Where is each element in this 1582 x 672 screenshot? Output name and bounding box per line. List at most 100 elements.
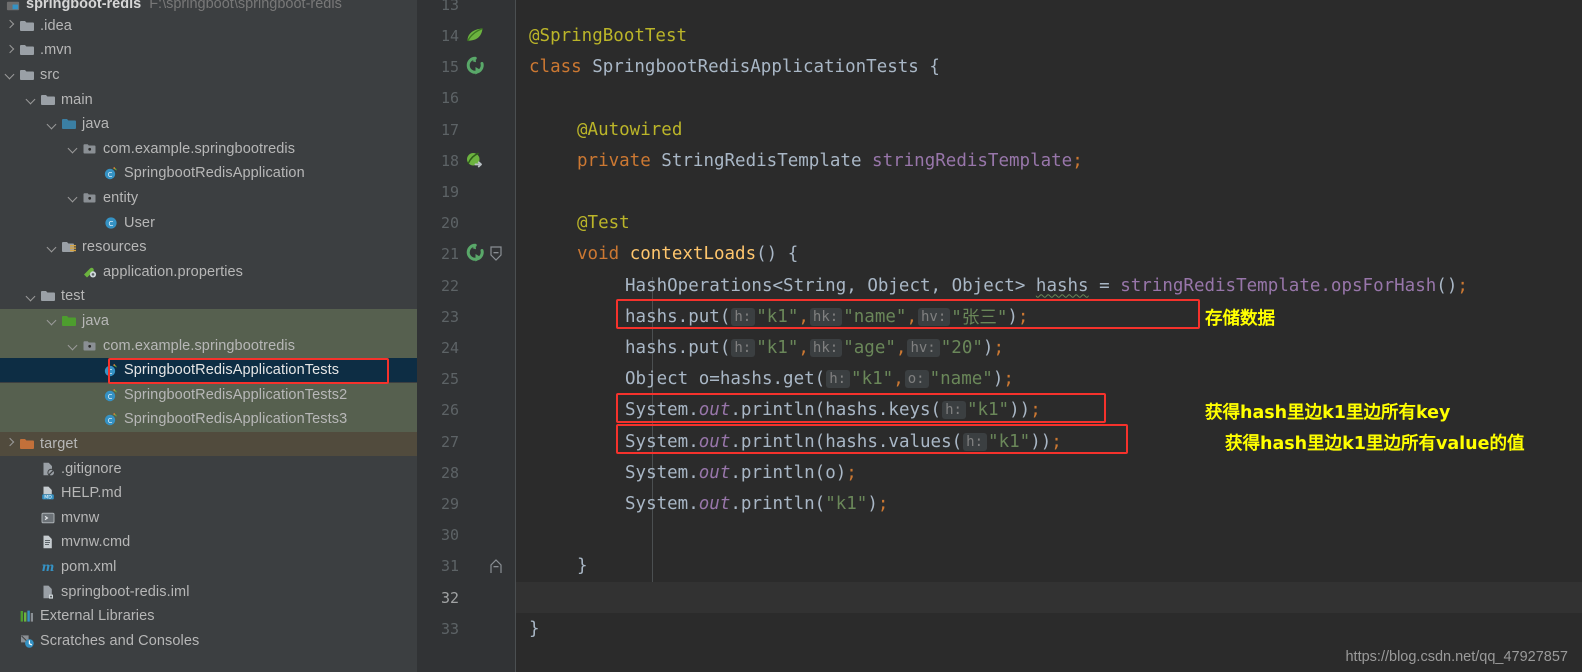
chevron-down-icon[interactable] bbox=[67, 339, 80, 352]
code-line-31[interactable]: } bbox=[515, 551, 588, 582]
tree-row-springbootredisapplicationtests2[interactable]: C SpringbootRedisApplicationTests2 bbox=[0, 382, 417, 408]
tree-row-pom-xml[interactable]: m pom.xml bbox=[0, 555, 417, 580]
tree-row-com-example-springbootredis[interactable]: com.example.springbootredis bbox=[0, 333, 417, 358]
tree-row-springboot-redis-iml[interactable]: springboot-redis.iml bbox=[0, 579, 417, 604]
chevron-right-icon[interactable] bbox=[4, 437, 17, 450]
chevron-down-icon[interactable] bbox=[46, 314, 59, 327]
code-line-24[interactable]: hashs.put(h: "k1", hk: "age", hv: "20"); bbox=[515, 333, 1004, 364]
spring-leaf-icon[interactable] bbox=[465, 25, 487, 47]
tree-item-label: mvnw bbox=[61, 509, 100, 526]
code-line-26[interactable]: System. out .println(hashs.keys(h: "k1")); bbox=[515, 395, 1041, 426]
code-line-23[interactable]: hashs.put(h: "k1", hk: "name", hv: "张三"); bbox=[515, 301, 1028, 332]
token-key-k1: "k1" bbox=[756, 306, 799, 327]
tree-row-user[interactable]: C User bbox=[0, 210, 417, 235]
annotation-store-data: 存储数据 bbox=[1205, 309, 1275, 329]
gutter-line-14[interactable]: 14 bbox=[417, 21, 515, 52]
code-line-15[interactable]: class SpringbootRedisApplicationTests { bbox=[515, 52, 940, 83]
fold-collapse-icon[interactable] bbox=[489, 246, 503, 262]
code-line-25[interactable]: Object o=hashs.get(h: "k1", o: "name"); bbox=[515, 364, 1014, 395]
tree-row-scratches-and-consoles[interactable]: Scratches and Consoles bbox=[0, 629, 417, 654]
code-line-14[interactable]: @SpringBootTest bbox=[515, 21, 687, 52]
editor-gutter[interactable]: 13 14 15 16 17 18 19 20 21 22 23 24 25 26 27 28 29 30 31 32… bbox=[417, 0, 515, 672]
code-editor[interactable]: 13 14 15 16 17 18 19 20 21 22 23 24 25 26 27 28 29 30 31 32… bbox=[417, 0, 1582, 672]
tree-row-project-root[interactable]: springboot-redis F:\springboot\springboo… bbox=[0, 0, 417, 14]
chevron-down-icon[interactable] bbox=[46, 241, 59, 254]
gutter-line-21[interactable]: 21 bbox=[417, 239, 515, 270]
tree-row-mvn[interactable]: .mvn bbox=[0, 38, 417, 63]
gutter-line-29[interactable]: 29 bbox=[417, 489, 515, 520]
chevron-down-icon[interactable] bbox=[4, 68, 17, 81]
code-line-29[interactable]: System. out .println("k1"); bbox=[515, 489, 888, 520]
gutter-line-32[interactable]: 32 bbox=[417, 582, 515, 613]
code-line-17[interactable]: @Autowired bbox=[515, 114, 682, 145]
folder-icon bbox=[40, 288, 56, 304]
fold-end-icon[interactable] bbox=[489, 558, 503, 574]
gutter-line-20[interactable]: 20 bbox=[417, 208, 515, 239]
tree-row-application-properties[interactable]: application.properties bbox=[0, 260, 417, 285]
token-hashs-put-2: hashs.put( bbox=[625, 338, 731, 359]
project-tool-window[interactable]: springboot-redis F:\springboot\springboo… bbox=[0, 0, 417, 672]
gutter-line-17[interactable]: 17 bbox=[417, 114, 515, 145]
chevron-down-icon[interactable] bbox=[25, 93, 38, 106]
gutter-line-13[interactable]: 13 bbox=[417, 0, 515, 21]
code-line-18[interactable]: private StringRedisTemplate stringRedisT… bbox=[515, 145, 1083, 176]
tree-row-com-example-springbootredis[interactable]: com.example.springbootredis bbox=[0, 137, 417, 162]
gutter-line-30[interactable]: 30 bbox=[417, 520, 515, 551]
gutter-line-15[interactable]: 15 bbox=[417, 52, 515, 83]
gutter-line-22[interactable]: 22 bbox=[417, 270, 515, 301]
line-number: 32 bbox=[440, 588, 459, 607]
tree-row-resources[interactable]: resources bbox=[0, 235, 417, 260]
code-line-27[interactable]: System. out .println(hashs.values(h: "k1"))… bbox=[515, 426, 1062, 457]
gutter-line-19[interactable]: 19 bbox=[417, 177, 515, 208]
tree-row-idea[interactable]: .idea bbox=[0, 14, 417, 39]
tree-row-external-libraries[interactable]: External Libraries bbox=[0, 604, 417, 629]
tree-row-springbootredisapplication[interactable]: C SpringbootRedisApplication bbox=[0, 161, 417, 186]
run-test-icon[interactable] bbox=[465, 243, 487, 265]
code-line-32[interactable] bbox=[515, 582, 1582, 614]
tree-row-springbootredisapplicationtests[interactable]: C SpringbootRedisApplicationTests bbox=[0, 357, 417, 383]
gutter-line-28[interactable]: 28 bbox=[417, 457, 515, 488]
chevron-right-icon[interactable] bbox=[4, 19, 17, 32]
gutter-line-18[interactable]: 18 bbox=[417, 145, 515, 176]
code-line-20[interactable]: @Test bbox=[515, 208, 630, 239]
code-line-33[interactable]: } bbox=[515, 613, 540, 644]
gutter-line-24[interactable]: 24 bbox=[417, 333, 515, 364]
chevron-right-icon[interactable] bbox=[4, 44, 17, 57]
tree-row-target[interactable]: target bbox=[0, 431, 417, 457]
code-line-21[interactable]: void contextLoads() { bbox=[515, 239, 798, 270]
tree-row-test[interactable]: test bbox=[0, 284, 417, 309]
gutter-empty bbox=[465, 493, 487, 515]
tree-row-springbootredisapplicationtests3[interactable]: C SpringbootRedisApplicationTests3 bbox=[0, 407, 417, 432]
chevron-down-icon[interactable] bbox=[67, 142, 80, 155]
excluded-folder-icon bbox=[19, 436, 35, 452]
chevron-down-icon[interactable] bbox=[67, 191, 80, 204]
gutter-line-16[interactable]: 16 bbox=[417, 83, 515, 114]
gutter-line-31[interactable]: 31 bbox=[417, 551, 515, 582]
gutter-line-27[interactable]: 27 bbox=[417, 426, 515, 457]
tree-row-java[interactable]: java bbox=[0, 112, 417, 137]
token-hash-value-zhangsan: "张三" bbox=[951, 308, 1008, 329]
code-content[interactable]: @SpringBootTest class SpringbootRedisApp… bbox=[515, 0, 1582, 672]
chevron-down-icon[interactable] bbox=[25, 290, 38, 303]
code-line-28[interactable]: System. out .println(o); bbox=[515, 457, 857, 488]
tree-row-mvnw[interactable]: mvnw bbox=[0, 506, 417, 531]
resources-folder-icon bbox=[61, 239, 77, 255]
gutter-line-26[interactable]: 26 bbox=[417, 395, 515, 426]
gutter-line-33[interactable]: 33 bbox=[417, 613, 515, 644]
svg-text:m: m bbox=[42, 560, 55, 574]
gutter-line-23[interactable]: 23 bbox=[417, 301, 515, 332]
tree-row-help-md[interactable]: MD HELP.md bbox=[0, 481, 417, 506]
code-line-22[interactable]: HashOperations<String, Object, Object> h… bbox=[515, 270, 1468, 301]
chevron-down-icon[interactable] bbox=[46, 118, 59, 131]
gutter-line-25[interactable]: 25 bbox=[417, 364, 515, 395]
tree-row-java[interactable]: java bbox=[0, 308, 417, 334]
tree-item-label: Scratches and Consoles bbox=[40, 632, 200, 649]
tree-row-entity[interactable]: entity bbox=[0, 186, 417, 211]
tree-row-gitignore[interactable]: .gitignore bbox=[0, 456, 417, 481]
run-test-icon[interactable] bbox=[465, 56, 487, 78]
shell-script-icon bbox=[40, 510, 56, 526]
spring-bean-autowired-icon[interactable] bbox=[465, 150, 487, 172]
tree-row-src[interactable]: src bbox=[0, 63, 417, 88]
tree-row-main[interactable]: main bbox=[0, 87, 417, 112]
tree-row-mvnw-cmd[interactable]: mvnw.cmd bbox=[0, 530, 417, 555]
